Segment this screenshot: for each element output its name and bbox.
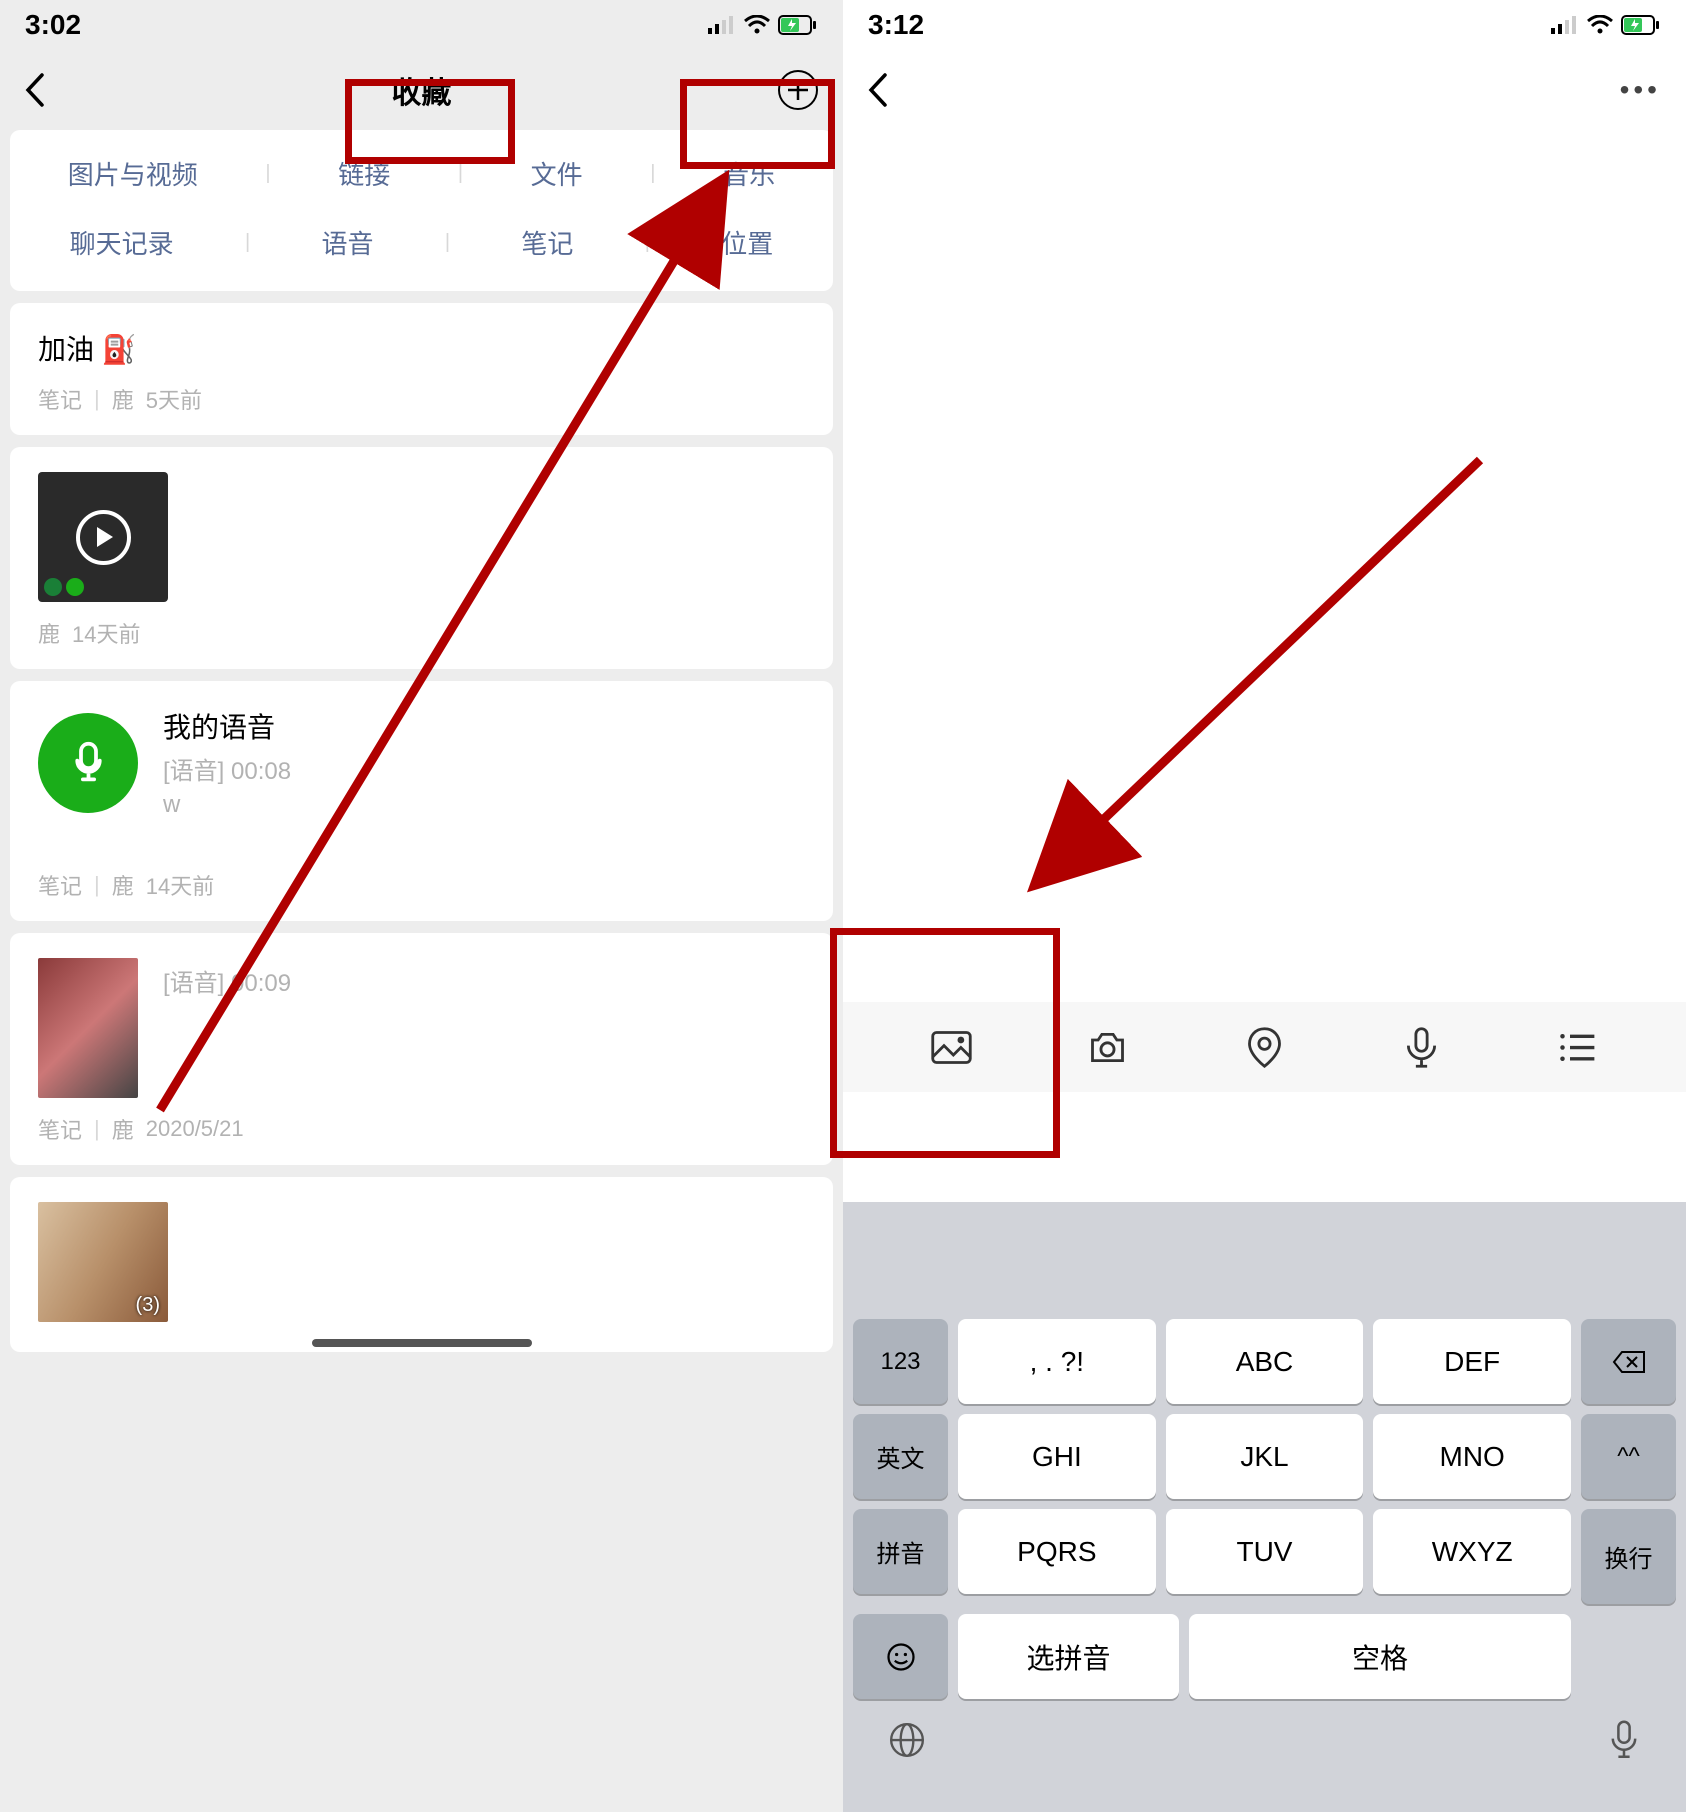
key-pinyin[interactable]: 拼音 xyxy=(853,1509,948,1594)
note-body[interactable] xyxy=(843,130,1686,1092)
voice-play-icon[interactable] xyxy=(38,713,138,813)
favorites-screen: 3:02 收藏 图片与视频| 链接| 文件| 音乐 聊天记录| 语音| 笔记| … xyxy=(0,0,843,1812)
dictation-icon[interactable] xyxy=(1607,1719,1641,1761)
battery-icon xyxy=(1621,15,1661,35)
nav-bar: 收藏 xyxy=(0,50,843,130)
globe-icon[interactable] xyxy=(888,1721,926,1759)
key-pqrs[interactable]: PQRS xyxy=(958,1509,1156,1594)
add-button[interactable] xyxy=(778,70,818,110)
status-bar: 3:02 xyxy=(0,0,843,50)
cat-notes[interactable]: 笔记 xyxy=(513,214,581,271)
play-icon xyxy=(76,510,131,565)
favorite-item[interactable]: 加油 ⛽ 笔记| 鹿 5天前 xyxy=(10,303,833,435)
status-bar: 3:12 xyxy=(843,0,1686,50)
item-title: 加油 ⛽ xyxy=(38,328,805,368)
key-mno[interactable]: MNO xyxy=(1373,1414,1571,1499)
favorite-item[interactable]: 鹿 14天前 xyxy=(10,447,833,669)
keyboard: 123 , . ?! ABC DEF 英文 GHI JKL MNO ^^ 拼音 … xyxy=(843,1202,1686,1812)
back-button[interactable] xyxy=(868,73,888,107)
page-title: 收藏 xyxy=(392,68,452,112)
key-caret[interactable]: ^^ xyxy=(1581,1414,1676,1499)
cat-links[interactable]: 链接 xyxy=(330,145,398,202)
cat-chat[interactable]: 聊天记录 xyxy=(62,214,182,271)
photo-count: (3) xyxy=(136,1294,160,1317)
key-wxyz[interactable]: WXYZ xyxy=(1373,1509,1571,1594)
key-tuv[interactable]: TUV xyxy=(1166,1509,1364,1594)
nav-bar: ••• xyxy=(843,50,1686,130)
favorite-item[interactable]: (3) xyxy=(10,1177,833,1352)
photo-thumbnail xyxy=(38,958,138,1098)
key-enter[interactable]: 换行 xyxy=(1581,1509,1676,1604)
video-thumbnail[interactable] xyxy=(38,472,168,602)
cat-images-video[interactable]: 图片与视频 xyxy=(60,145,206,202)
key-123[interactable]: 123 xyxy=(853,1319,948,1404)
cellular-icon xyxy=(708,16,736,34)
cat-music[interactable]: 音乐 xyxy=(715,145,783,202)
key-backspace[interactable] xyxy=(1581,1319,1676,1404)
key-punct[interactable]: , . ?! xyxy=(958,1319,1156,1404)
status-time: 3:12 xyxy=(868,9,924,41)
home-indicator xyxy=(312,1339,532,1347)
key-abc[interactable]: ABC xyxy=(1166,1319,1364,1404)
status-time: 3:02 xyxy=(25,9,81,41)
voice-title: 我的语音 xyxy=(163,706,291,746)
photo-thumbnail: (3) xyxy=(38,1202,168,1322)
note-editor-screen: 3:12 ••• 123 xyxy=(843,0,1686,1812)
status-icons xyxy=(708,15,818,35)
key-def[interactable]: DEF xyxy=(1373,1319,1571,1404)
location-icon[interactable] xyxy=(1242,1025,1287,1070)
note-toolbar xyxy=(843,1002,1686,1092)
cat-files[interactable]: 文件 xyxy=(523,145,591,202)
favorite-item[interactable]: [语音] 00:09 笔记| 鹿 2020/5/21 xyxy=(10,933,833,1165)
camera-icon[interactable] xyxy=(1085,1025,1130,1070)
key-select-pinyin[interactable]: 选拼音 xyxy=(958,1614,1179,1699)
wifi-icon xyxy=(1587,15,1613,35)
status-icons xyxy=(1551,15,1661,35)
key-english[interactable]: 英文 xyxy=(853,1414,948,1499)
cat-location[interactable]: 位置 xyxy=(713,214,781,271)
microphone-icon[interactable] xyxy=(1399,1025,1444,1070)
key-space[interactable]: 空格 xyxy=(1189,1614,1571,1699)
cellular-icon xyxy=(1551,16,1579,34)
photo-icon[interactable] xyxy=(929,1025,974,1070)
battery-icon xyxy=(778,15,818,35)
back-button[interactable] xyxy=(25,73,45,107)
more-button[interactable]: ••• xyxy=(1620,74,1661,106)
list-icon[interactable] xyxy=(1555,1025,1600,1070)
category-card: 图片与视频| 链接| 文件| 音乐 聊天记录| 语音| 笔记| 位置 xyxy=(10,130,833,291)
wifi-icon xyxy=(744,15,770,35)
key-jkl[interactable]: JKL xyxy=(1166,1414,1364,1499)
key-ghi[interactable]: GHI xyxy=(958,1414,1156,1499)
key-emoji[interactable] xyxy=(853,1614,948,1699)
cat-voice[interactable]: 语音 xyxy=(314,214,382,271)
favorite-item[interactable]: 我的语音 [语音] 00:08 w 笔记| 鹿 14天前 xyxy=(10,681,833,921)
